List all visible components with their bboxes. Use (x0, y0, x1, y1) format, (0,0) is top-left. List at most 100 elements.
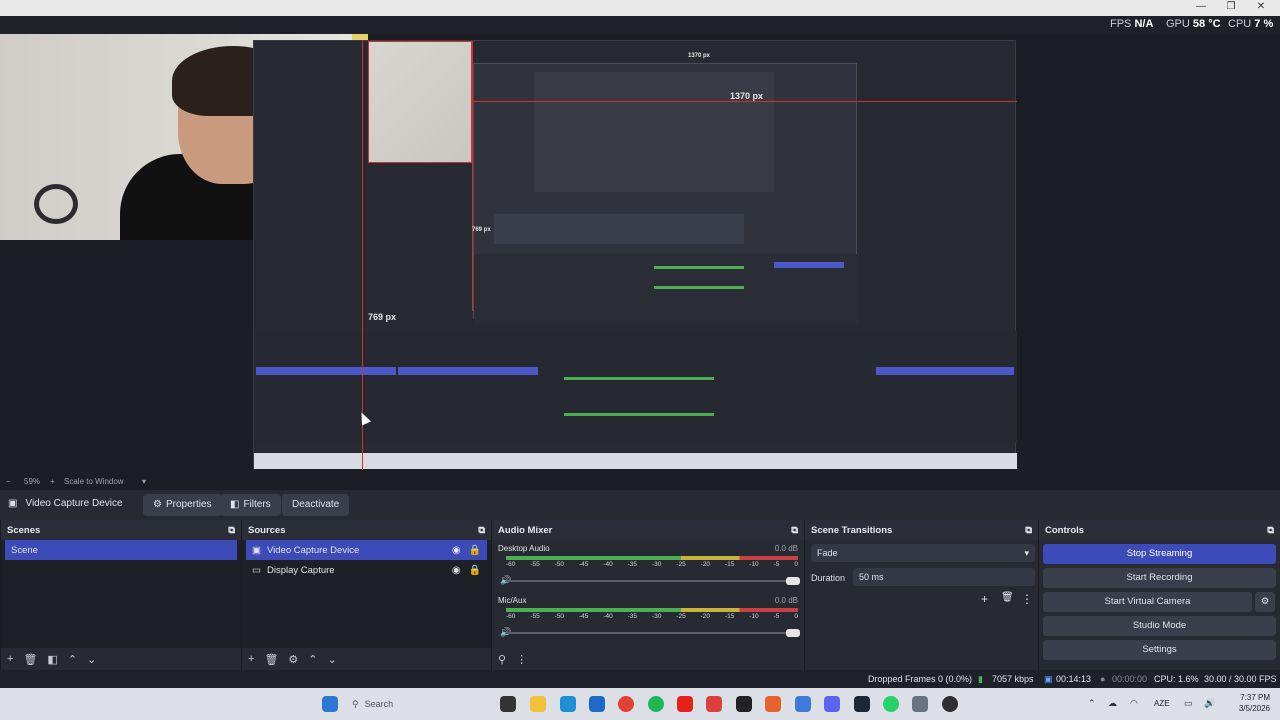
volume-meter (506, 556, 798, 560)
move-up-icon[interactable]: ⌃ (68, 653, 77, 666)
whatsapp-icon[interactable] (883, 696, 899, 712)
task-view-icon[interactable] (500, 696, 516, 712)
wps-icon[interactable] (706, 696, 722, 712)
scene-transitions-dock: Scene Transitions ⧉ Fade ▾ Duration 50 ms… (804, 520, 1038, 670)
minimize-icon[interactable]: — (1190, 1, 1212, 12)
sources-footer: + 🗑 ⚙ ⌃ ⌄ (242, 648, 491, 670)
transitions-header: Scene Transitions ⧉ (805, 520, 1038, 540)
deactivate-button[interactable]: Deactivate (282, 494, 350, 516)
source-item[interactable]: ▭ Display Capture ◉ 🔒 (246, 560, 487, 580)
settings-button[interactable]: Settings (1043, 640, 1276, 660)
volume-icon[interactable]: 🔊 (1204, 698, 1215, 709)
dock-undock-icon[interactable]: ⧉ (478, 525, 485, 536)
scale-mode-select[interactable]: Scale to Window (64, 477, 124, 486)
record-time: 00:00:00 (1112, 674, 1148, 684)
slider-knob[interactable] (786, 629, 800, 637)
mixer-channels: Desktop Audio 0.0 dB -60 -55 -50 -45 -40 -35-… (492, 540, 804, 648)
move-down-icon[interactable]: ⌄ (87, 653, 96, 666)
duration-spinbox[interactable]: 50 ms (853, 568, 1035, 586)
properties-button[interactable]: ⚙ Properties (143, 494, 222, 516)
sources-dock: Sources ⧉ ▣ Video Capture Device ◉ 🔒 ▭ Dis… (241, 520, 491, 670)
monitor-icon: ▭ (252, 564, 261, 576)
dock-undock-icon[interactable]: ⧉ (1025, 525, 1032, 536)
mixer-channel-desktop: Desktop Audio 0.0 dB (498, 544, 798, 553)
nested-taskbar (254, 453, 1017, 469)
chrome-icon[interactable] (618, 696, 634, 712)
zoom-in-button[interactable]: + (50, 477, 55, 486)
lock-icon[interactable]: 🔒 (469, 545, 481, 556)
measure-width-label: 1370 px (730, 91, 764, 101)
gear-icon[interactable]: ⚙ (1255, 592, 1275, 612)
close-icon[interactable]: ✕ (1250, 1, 1272, 12)
discord-icon[interactable] (824, 696, 840, 712)
start-virtual-camera-button[interactable]: Start Virtual Camera (1043, 592, 1252, 612)
advanced-audio-icon[interactable]: ⚲ (498, 653, 506, 666)
zoom-out-button[interactable]: − (6, 477, 11, 486)
start-recording-button[interactable]: Start Recording (1043, 568, 1276, 588)
onedrive-icon[interactable]: ☁ (1108, 698, 1117, 709)
language-indicator[interactable]: AZE (1154, 699, 1170, 708)
trash-icon[interactable]: 🗑 (1001, 592, 1014, 603)
eye-icon[interactable]: ◉ (452, 545, 461, 556)
scene-item[interactable]: Scene (5, 540, 237, 560)
stats-bar: FPS N/A GPU 58 °C CPU 7 % (0, 16, 1280, 34)
wifi-icon[interactable]: ◠ (1130, 698, 1138, 709)
trash-icon[interactable]: 🗑 (23, 653, 37, 666)
add-transition-icon[interactable]: + (981, 592, 988, 606)
terminal-icon[interactable] (736, 696, 752, 712)
gear-icon[interactable]: ⚙ (288, 653, 298, 666)
spotify-icon[interactable] (648, 696, 664, 712)
eye-icon[interactable]: ◉ (452, 565, 461, 576)
filters-button[interactable]: ◧ Filters (220, 494, 281, 516)
youtube-icon[interactable] (677, 696, 693, 712)
move-down-icon[interactable]: ⌄ (328, 653, 337, 666)
program-preview[interactable]: 1370 px 1370 px 769 px 769 px (0, 34, 1280, 474)
measure-left-line (362, 40, 363, 470)
scenes-list: Scene (1, 540, 241, 648)
add-scene-icon[interactable]: + (7, 653, 13, 665)
tray-chevron-icon[interactable]: ⌃ (1088, 698, 1096, 709)
signal-icon: ▮ (978, 674, 983, 684)
settings-app-icon[interactable] (912, 696, 928, 712)
move-up-icon[interactable]: ⌃ (308, 653, 317, 666)
dock-undock-icon[interactable]: ⧉ (1267, 525, 1274, 536)
brave-icon[interactable] (765, 696, 781, 712)
stream-time: 00:14:13 (1056, 674, 1092, 684)
volume-slider[interactable] (506, 577, 800, 585)
chevron-down-icon[interactable]: ▾ (142, 477, 146, 486)
filter-icon[interactable]: ◧ (47, 653, 57, 666)
measure-vertical-line (472, 41, 473, 311)
trash-icon[interactable]: 🗑 (264, 653, 278, 666)
network-icon[interactable]: ▭ (1184, 698, 1193, 709)
restore-icon[interactable]: ❐ (1220, 1, 1242, 12)
taskbar-search[interactable]: ⚲ Search (344, 694, 484, 714)
window-titlebar: — ❐ ✕ (0, 0, 1280, 16)
steam-icon[interactable] (854, 696, 870, 712)
taskbar: ⚲ Search ⌃ ☁ ◠ AZE ▭ 🔊 7:37 PM 3/5/2026 (0, 688, 1280, 720)
add-source-icon[interactable]: + (248, 653, 254, 665)
slider-knob[interactable] (786, 577, 800, 585)
zoom-level: 59% (24, 477, 41, 486)
transition-select[interactable]: Fade ▾ (811, 544, 1035, 562)
file-explorer-icon[interactable] (530, 696, 546, 712)
obs-icon[interactable] (942, 696, 958, 712)
more-menu-icon[interactable]: ⋮ (516, 653, 527, 666)
more-menu-icon[interactable]: ⋮ (1021, 592, 1033, 606)
gpu-stat: GPU 58 °C (1166, 18, 1221, 30)
edge-icon[interactable] (560, 696, 576, 712)
dock-undock-icon[interactable]: ⧉ (791, 525, 798, 536)
dock-undock-icon[interactable]: ⧉ (228, 525, 235, 536)
sources-list: ▣ Video Capture Device ◉ 🔒 ▭ Display Capt… (242, 540, 491, 648)
studio-mode-button[interactable]: Studio Mode (1043, 616, 1276, 636)
app-icon[interactable] (795, 696, 811, 712)
duration-label: Duration (811, 573, 846, 583)
mixer-channel-mic: Mic/Aux 0.0 dB (498, 596, 798, 605)
lock-icon[interactable]: 🔒 (469, 565, 481, 576)
source-item[interactable]: ▣ Video Capture Device ◉ 🔒 (246, 540, 487, 560)
stop-streaming-button[interactable]: Stop Streaming (1043, 544, 1276, 564)
windows-start-icon[interactable] (322, 696, 338, 712)
audio-mixer-dock: Audio Mixer ⧉ Desktop Audio 0.0 dB -60 -55… (491, 520, 804, 670)
clock[interactable]: 7:37 PM 3/5/2026 (1239, 692, 1270, 714)
volume-slider[interactable] (506, 629, 800, 637)
store-icon[interactable] (589, 696, 605, 712)
